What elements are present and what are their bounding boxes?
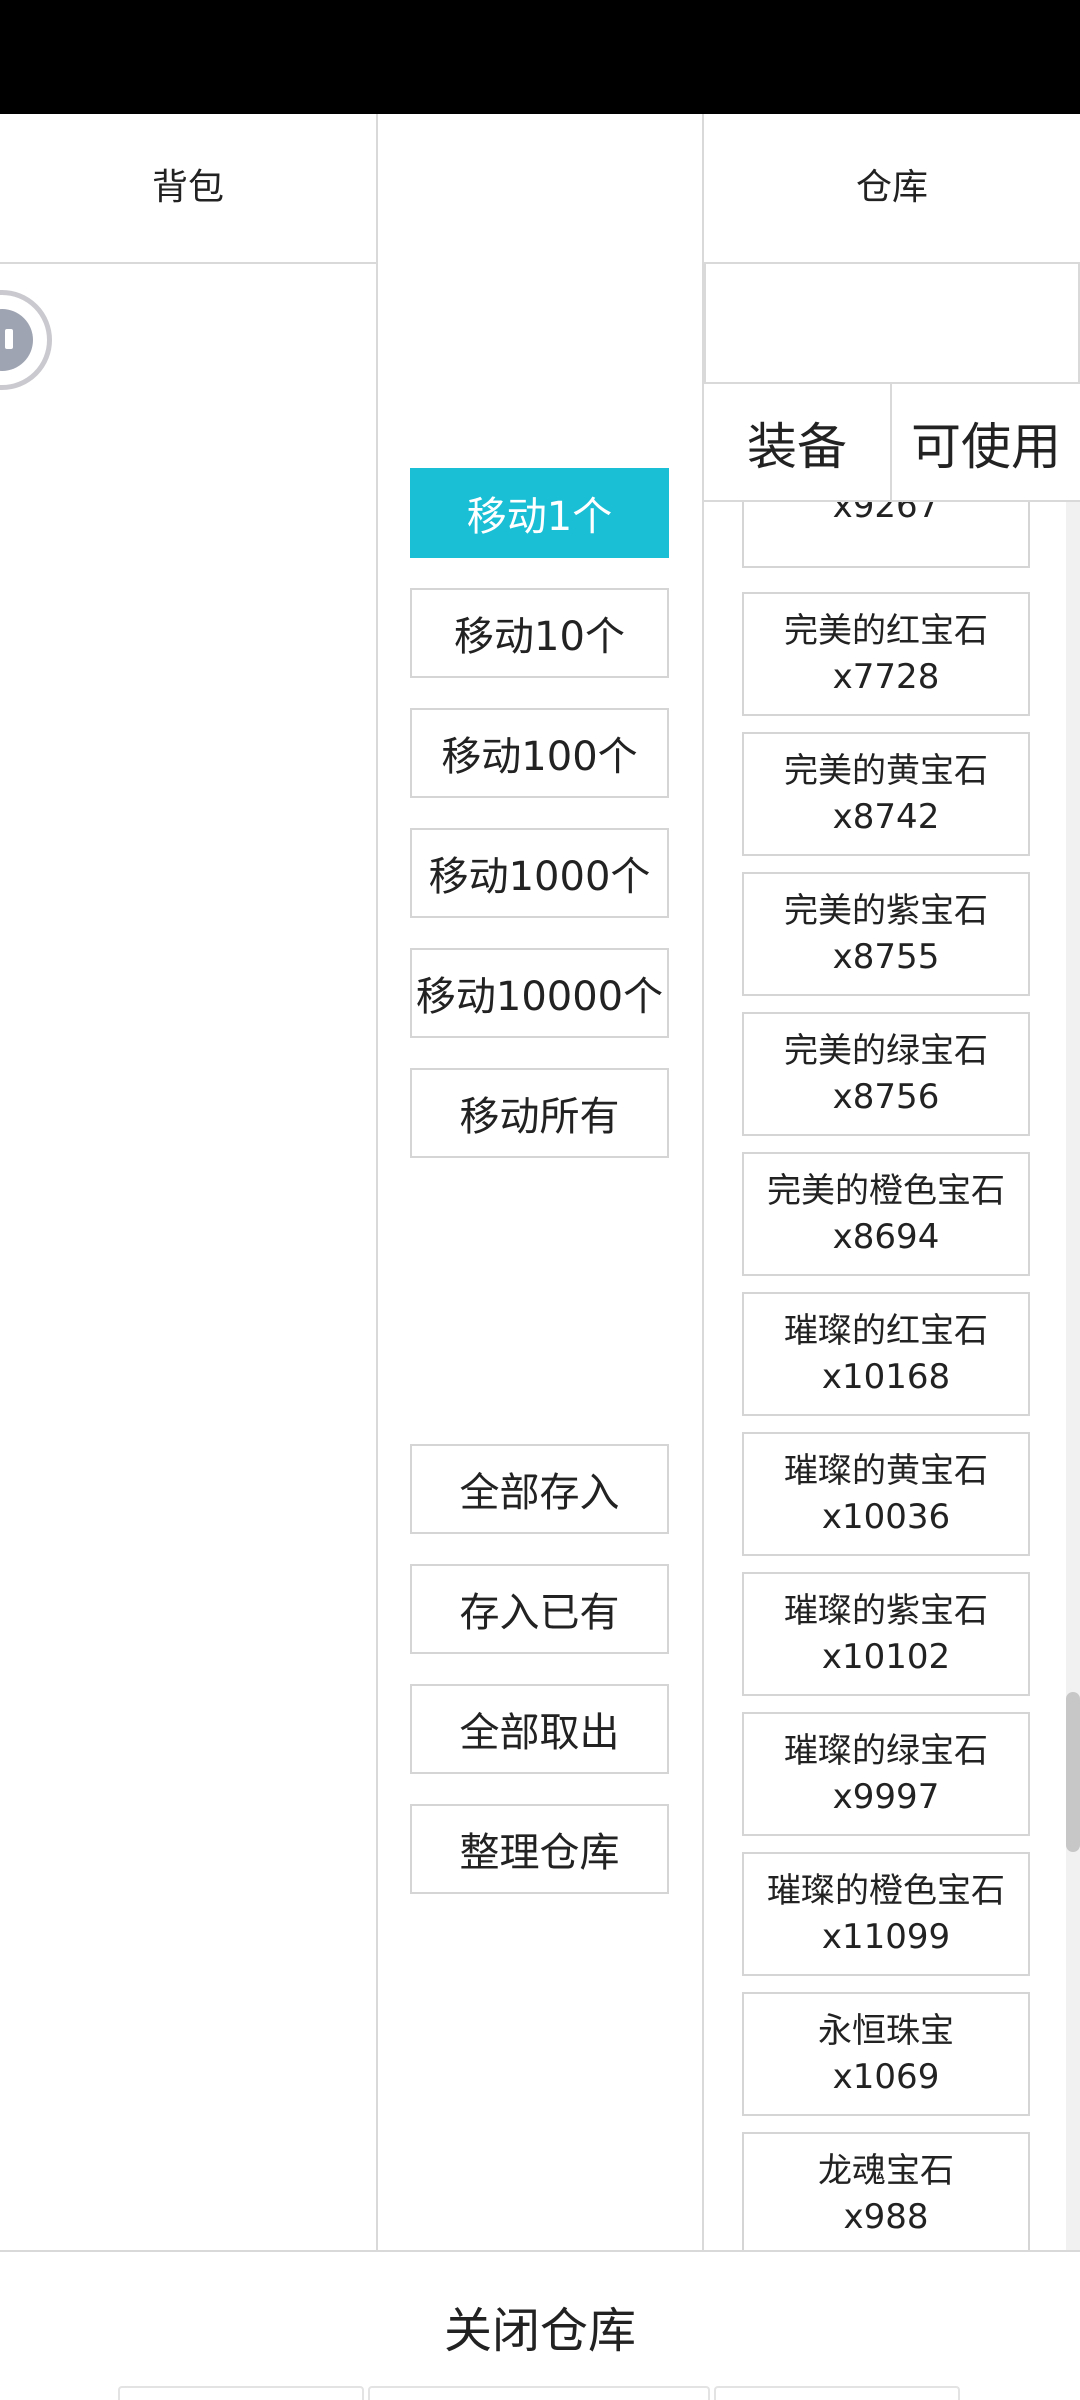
item-name: 璀璨的黄宝石 (784, 1451, 988, 1491)
item-card[interactable]: 龙魂宝石 x988 (742, 2132, 1030, 2250)
tab-usable[interactable]: 可使用 (892, 384, 1080, 502)
item-name: 璀璨的红宝石 (784, 1311, 988, 1351)
item-card[interactable]: 璀璨的黄宝石 x10036 (742, 1432, 1030, 1556)
item-card[interactable]: 璀璨的紫宝石 x10102 (742, 1572, 1030, 1696)
item-card[interactable]: 完美的黄宝石 x8742 (742, 732, 1030, 856)
item-count: x9997 (832, 1777, 940, 1817)
item-card[interactable]: 完美的橙色宝石 x8694 (742, 1152, 1030, 1276)
move-all-button[interactable]: 移动所有 (410, 1068, 669, 1158)
item-count: x7728 (832, 657, 940, 697)
item-name: 完美的橙色宝石 (767, 1171, 1005, 1211)
item-list-scroll-thumb[interactable] (1066, 1692, 1080, 1852)
item-count: x9267 (832, 502, 940, 526)
footer-tab-3[interactable] (714, 2386, 960, 2400)
footer-tab-2[interactable] (368, 2386, 710, 2400)
sort-warehouse-button[interactable]: 整理仓库 (410, 1804, 669, 1894)
item-card[interactable]: 完美的绿宝石 x8756 (742, 1012, 1030, 1136)
item-count: x988 (843, 2197, 929, 2237)
backpack-header-divider (0, 262, 376, 264)
status-bar (0, 0, 1080, 114)
move-10-button[interactable]: 移动10个 (410, 588, 669, 678)
item-card[interactable]: x9267 (742, 502, 1030, 568)
move-100-button[interactable]: 移动100个 (410, 708, 669, 798)
item-count: x8756 (832, 1077, 940, 1117)
floating-assistant-icon[interactable] (0, 290, 52, 390)
item-name: 永恒珠宝 (818, 2011, 954, 2051)
deposit-existing-button[interactable]: 存入已有 (410, 1564, 669, 1654)
divider-left (376, 114, 378, 2252)
item-name: 龙魂宝石 (818, 2151, 954, 2191)
warehouse-search-input[interactable] (704, 262, 1080, 384)
move-1-button[interactable]: 移动1个 (410, 468, 669, 558)
item-name: 完美的黄宝石 (784, 751, 988, 791)
item-count: x8694 (832, 1217, 940, 1257)
tab-equipment[interactable]: 装备 (704, 384, 890, 502)
close-warehouse-button[interactable]: 关闭仓库 (0, 2252, 1080, 2400)
warehouse-title: 仓库 (855, 167, 928, 208)
item-card[interactable]: 璀璨的橙色宝石 x11099 (742, 1852, 1030, 1976)
item-count: x10102 (821, 1637, 951, 1677)
item-count: x8742 (832, 797, 940, 837)
item-name: 璀璨的绿宝石 (784, 1731, 988, 1771)
withdraw-all-button[interactable]: 全部取出 (410, 1684, 669, 1774)
backpack-title: 背包 (151, 167, 224, 208)
item-card[interactable]: 璀璨的红宝石 x10168 (742, 1292, 1030, 1416)
item-count: x8755 (832, 937, 940, 977)
item-count: x1069 (832, 2057, 940, 2097)
deposit-all-button[interactable]: 全部存入 (410, 1444, 669, 1534)
move-10000-button[interactable]: 移动10000个 (410, 948, 669, 1038)
item-list-scrollbar[interactable] (1066, 502, 1080, 2250)
item-card[interactable]: 永恒珠宝 x1069 (742, 1992, 1030, 2116)
footer-tab-1[interactable] (118, 2386, 364, 2400)
item-card[interactable]: 完美的紫宝石 x8755 (742, 872, 1030, 996)
item-name: 完美的红宝石 (784, 611, 988, 651)
item-card[interactable]: 完美的红宝石 x7728 (742, 592, 1030, 716)
item-name: 璀璨的紫宝石 (784, 1591, 988, 1631)
item-count: x11099 (821, 1917, 951, 1957)
item-count: x10036 (821, 1497, 951, 1537)
move-1000-button[interactable]: 移动1000个 (410, 828, 669, 918)
item-count: x10168 (821, 1357, 951, 1397)
item-name: 完美的绿宝石 (784, 1031, 988, 1071)
item-name: 璀璨的橙色宝石 (767, 1871, 1005, 1911)
warehouse-item-list[interactable]: x9267 完美的红宝石 x7728 完美的黄宝石 x8742 完美的紫宝石 x… (704, 502, 1080, 2250)
item-name: 完美的紫宝石 (784, 891, 988, 931)
item-card[interactable]: 璀璨的绿宝石 x9997 (742, 1712, 1030, 1836)
